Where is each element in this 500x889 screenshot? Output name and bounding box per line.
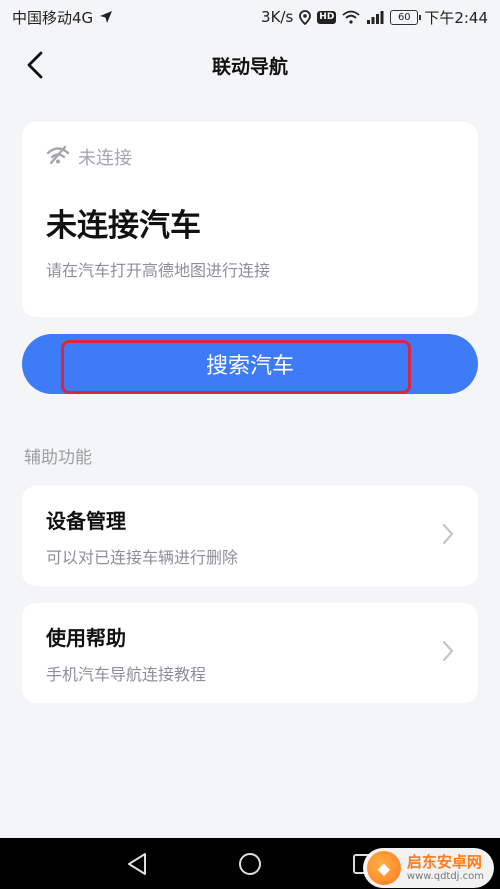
location-arrow-icon [99, 10, 113, 24]
network-speed: 3K/s [261, 8, 294, 26]
usage-help-item[interactable]: 使用帮助 手机汽车导航连接教程 [22, 603, 478, 703]
connection-status: 未连接 [46, 144, 454, 170]
battery-level: 60 [397, 11, 411, 23]
device-management-description: 可以对已连接车辆进行删除 [46, 547, 239, 567]
connection-description: 请在汽车打开高德地图进行连接 [46, 261, 271, 280]
device-management-item[interactable]: 设备管理 可以对已连接车辆进行删除 [22, 486, 478, 586]
battery-icon: 60 [390, 9, 422, 25]
search-car-button[interactable]: 搜索汽车 [22, 334, 478, 394]
nav-back-button[interactable] [126, 852, 148, 876]
signal-icon [366, 10, 384, 24]
usage-help-title: 使用帮助 [46, 625, 126, 650]
circle-home-icon [239, 852, 261, 875]
watermark: ◆ 启东安卓网 www.qdtdj.com [362, 848, 494, 888]
status-right: 3K/s HD 60 下午2:44 [261, 7, 488, 28]
nav-bar: 联动导航 [0, 34, 500, 96]
disconnected-icon [46, 145, 70, 170]
chevron-right-icon [442, 640, 454, 666]
triangle-back-icon [128, 852, 146, 875]
connection-title: 未连接汽车 [46, 208, 201, 244]
clock: 下午2:44 [424, 8, 488, 27]
nav-home-button[interactable] [238, 852, 262, 876]
device-management-text: 设备管理 可以对已连接车辆进行删除 [46, 505, 238, 568]
back-arrow-icon [27, 51, 43, 79]
connection-status-card: 未连接 未连接汽车 请在汽车打开高德地图进行连接 [22, 122, 478, 317]
back-button[interactable] [18, 48, 52, 82]
status-bar: 中国移动4G 3K/s HD 60 下午2:44 [0, 0, 500, 34]
connection-status-label: 未连接 [78, 148, 132, 169]
watermark-name: 启东安卓网 [406, 853, 482, 872]
hd-badge: HD [317, 10, 337, 24]
watermark-text: 启东安卓网 www.qdtdj.com [407, 854, 484, 882]
page-title: 联动导航 [211, 55, 288, 78]
watermark-url: www.qdtdj.com [406, 870, 484, 882]
watermark-logo-icon: ◆ [366, 851, 401, 885]
location-pin-icon [299, 9, 312, 25]
search-car-label: 搜索汽车 [205, 353, 294, 378]
status-left: 中国移动4G [12, 7, 113, 28]
wifi-icon [342, 10, 360, 24]
device-management-title: 设备管理 [46, 508, 126, 533]
chevron-right-icon [442, 523, 454, 549]
carrier-label: 中国移动4G [12, 8, 94, 27]
usage-help-description: 手机汽车导航连接教程 [46, 664, 207, 684]
aux-section-title: 辅助功能 [24, 448, 92, 468]
usage-help-text: 使用帮助 手机汽车导航连接教程 [46, 622, 206, 685]
